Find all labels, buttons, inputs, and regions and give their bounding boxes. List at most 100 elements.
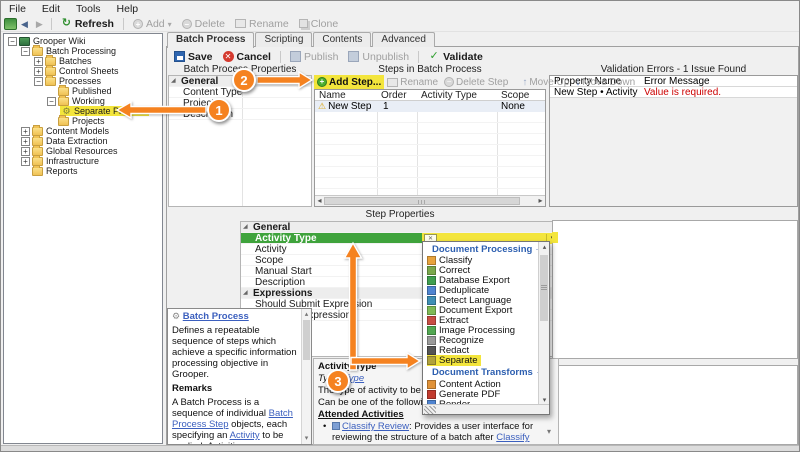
validate-button[interactable]: Validate (423, 49, 488, 64)
tree-item-working[interactable]: Working (4, 94, 162, 106)
step-name: New Step (328, 101, 372, 112)
tab-advanced[interactable]: Advanced (372, 32, 435, 47)
steps-table-header: Name Order Activity Type Scope (315, 90, 545, 101)
dropdown-item-extract[interactable]: Extract (423, 315, 540, 326)
collapse-icon[interactable] (21, 46, 30, 56)
forward-icon[interactable] (32, 18, 47, 30)
scrollbar-thumb[interactable] (540, 255, 548, 321)
menu-bar: File Edit Tools Help (1, 1, 799, 16)
add-step-button[interactable]: Add Step... (314, 75, 385, 89)
property-project[interactable]: Project (169, 98, 311, 109)
move-up-button[interactable]: Move Up (519, 75, 572, 89)
dropdown-item-deduplicate[interactable]: Deduplicate (423, 285, 540, 296)
delete-button[interactable]: − Delete (177, 16, 230, 31)
publish-button[interactable]: Publish (285, 49, 343, 64)
column-error-message[interactable]: Error Message (644, 76, 794, 87)
empty-rows (315, 112, 545, 196)
steps-horizontal-scrollbar[interactable]: ◂ ▸ (315, 195, 545, 206)
activity-type-dropdown: Document Processing Classify Correct Dat… (422, 241, 550, 415)
column-order[interactable]: Order (381, 90, 415, 101)
rename-step-button[interactable]: Rename (384, 75, 441, 89)
dropdown-item-separate[interactable]: Separate (423, 354, 540, 366)
collapse-icon[interactable] (34, 76, 43, 86)
cancel-button[interactable]: Cancel (218, 49, 276, 64)
dropdown-item-database-export[interactable]: Database Export (423, 275, 540, 286)
steps-table: Name Order Activity Type Scope New Step … (314, 89, 546, 207)
table-row-new-step[interactable]: New Step 1 None (315, 101, 545, 112)
property-group-general[interactable]: General (241, 222, 557, 233)
scroll-down-icon[interactable]: ▾ (302, 434, 311, 443)
tree-item-processes[interactable]: Processes (4, 74, 162, 86)
dropdown-scrollbar[interactable]: ▴ ▾ (538, 242, 549, 406)
expand-icon[interactable] (21, 126, 30, 136)
unpublish-button[interactable]: Unpublish (343, 49, 414, 64)
tree-item-projects[interactable]: Projects (4, 114, 162, 126)
menu-file[interactable]: File (1, 3, 34, 15)
tree-item-batch-processing[interactable]: Batch Processing (4, 44, 162, 56)
scroll-right-icon[interactable]: ▸ (536, 196, 545, 206)
activity-link[interactable]: Activity (230, 430, 260, 441)
dropdown-item-generate-pdf[interactable]: Generate PDF (423, 389, 540, 400)
tree-item-published[interactable]: Published (4, 84, 162, 96)
batch-process-link[interactable]: Batch Process (183, 311, 249, 322)
help-scrollbar[interactable]: ▴ ▾ (301, 309, 311, 444)
tree-item-separate-process[interactable]: Separate Process (4, 106, 162, 116)
tree-item-grooper-wiki[interactable]: Grooper Wiki (4, 36, 162, 46)
scroll-up-icon[interactable]: ▴ (540, 243, 549, 252)
scrollbar-thumb[interactable] (303, 320, 310, 360)
add-button[interactable]: + Add (128, 16, 177, 31)
expand-icon[interactable] (34, 56, 43, 66)
collapse-icon[interactable] (47, 96, 56, 106)
tree-item-reports[interactable]: Reports (4, 164, 162, 176)
deduplicate-icon (427, 285, 436, 295)
back-icon[interactable] (17, 18, 32, 30)
dropdown-item-image-processing[interactable]: Image Processing (423, 325, 540, 336)
tree-item-infrastructure[interactable]: Infrastructure (4, 154, 162, 166)
column-activity-type[interactable]: Activity Type (421, 90, 495, 101)
dropdown-item-content-action[interactable]: Content Action (423, 379, 540, 390)
expand-icon[interactable] (21, 136, 30, 146)
column-name[interactable]: Name (319, 90, 375, 101)
resize-grip[interactable] (423, 404, 549, 414)
tab-contents[interactable]: Contents (313, 32, 372, 47)
menu-tools[interactable]: Tools (68, 3, 109, 15)
tree-item-batches[interactable]: Batches (4, 54, 162, 66)
scrollbar-thumb[interactable] (324, 197, 520, 205)
menu-help[interactable]: Help (109, 3, 147, 15)
column-scope[interactable]: Scope (501, 90, 545, 101)
node-view-icon[interactable] (4, 17, 17, 30)
scroll-left-icon[interactable]: ◂ (315, 196, 324, 206)
move-down-button[interactable]: Move Down (572, 75, 638, 89)
tree-item-data-extraction[interactable]: Data Extraction (4, 134, 162, 146)
classify-review-link[interactable]: Classify Review (342, 421, 409, 432)
tab-batch-process[interactable]: Batch Process (167, 32, 255, 48)
refresh-button[interactable]: Refresh (56, 16, 119, 31)
property-activity-type[interactable]: Activity Type (241, 233, 422, 244)
expand-icon[interactable] (21, 146, 30, 156)
dropdown-item-detect-language[interactable]: Detect Language (423, 295, 540, 306)
scroll-up-icon[interactable]: ▴ (302, 310, 311, 319)
classify-link[interactable]: Classify (496, 432, 529, 443)
extract-icon (427, 315, 436, 325)
tab-scripting[interactable]: Scripting (255, 32, 313, 47)
expand-icon[interactable] (34, 66, 43, 76)
rename-button[interactable]: Rename (230, 16, 294, 31)
redact-icon (427, 345, 436, 355)
menu-edit[interactable]: Edit (34, 3, 68, 15)
dropdown-item-document-export[interactable]: Document Export (423, 305, 540, 316)
tree-item-control-sheets[interactable]: Control Sheets (4, 64, 162, 76)
save-button[interactable]: Save (169, 49, 218, 64)
clone-button[interactable]: Clone (294, 16, 343, 31)
scroll-down-icon[interactable]: ▾ (547, 427, 551, 436)
collapse-icon[interactable] (8, 36, 17, 46)
dropdown-item-recognize[interactable]: Recognize (423, 335, 540, 346)
dropdown-item-correct[interactable]: Correct (423, 265, 540, 276)
tree-item-global-resources[interactable]: Global Resources (4, 144, 162, 156)
delete-step-button[interactable]: Delete Step (441, 75, 511, 89)
dropdown-item-classify[interactable]: Classify (423, 255, 540, 266)
property-description[interactable]: Description (169, 109, 311, 120)
tree-item-content-models[interactable]: Content Models (4, 124, 162, 136)
unpublish-icon (348, 51, 360, 62)
dropdown-item-redact[interactable]: Redact (423, 345, 540, 356)
expand-icon[interactable] (21, 156, 30, 166)
